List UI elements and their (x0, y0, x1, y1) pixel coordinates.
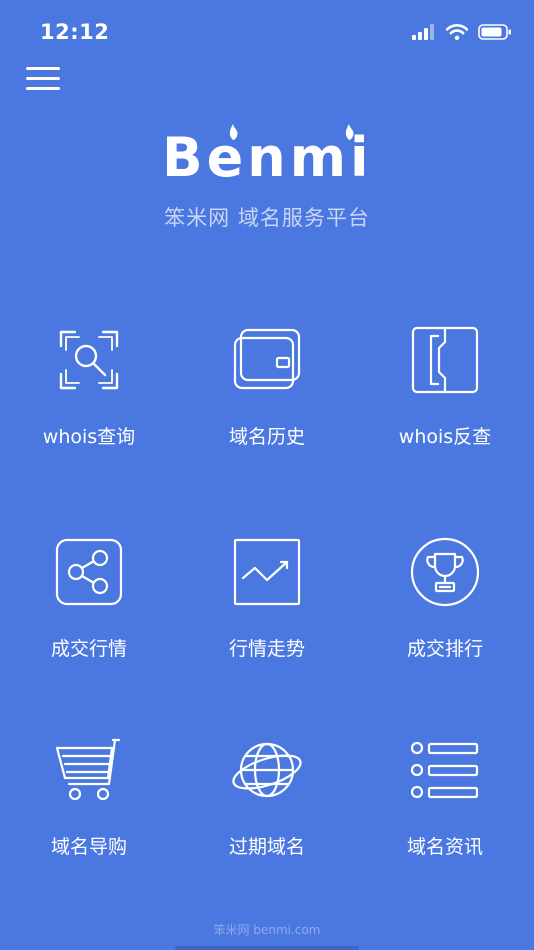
logo-text: Benmi (167, 126, 367, 188)
shopping-cart-icon (55, 738, 121, 801)
tile-label: 域名历史 (228, 426, 305, 448)
tile-label: 过期域名 (228, 836, 305, 858)
cellular-signal-icon (412, 24, 434, 40)
battery-icon (478, 24, 511, 40)
whois-search-icon (59, 330, 119, 390)
status-icons (412, 24, 512, 40)
tile-domain-history[interactable]: 域名历史 (178, 300, 356, 470)
menu-bar-line (26, 77, 60, 80)
tile-whois-reverse[interactable]: whois反查 (356, 300, 534, 470)
menu-bar-line (26, 87, 60, 90)
tile-trade-market[interactable]: 成交行情 (0, 512, 178, 682)
menu-button[interactable] (26, 66, 60, 92)
logo-mark: Benmi (167, 124, 367, 188)
tile-label: 成交排行 (406, 638, 483, 660)
tile-domain-shopping[interactable]: 域名导购 (0, 710, 178, 880)
tile-trade-ranking[interactable]: 成交排行 (356, 512, 534, 682)
tile-whois-search[interactable]: whois查询 (0, 300, 178, 470)
reverse-bracket-icon (411, 326, 479, 394)
home-indicator[interactable] (175, 946, 359, 950)
status-bar: 12:12 (0, 0, 534, 64)
menu-bar-line (26, 67, 60, 70)
footer-text: 笨米网 benmi.com (213, 923, 321, 937)
logo: Benmi (0, 118, 534, 192)
wifi-icon (446, 24, 468, 40)
trophy-icon (410, 537, 480, 607)
tile-domain-news[interactable]: 域名资讯 (356, 710, 534, 880)
tile-label: whois反查 (398, 426, 492, 448)
wallet-history-icon (233, 328, 301, 390)
tile-label: whois查询 (42, 426, 136, 448)
status-time: 12:12 (40, 20, 110, 44)
tile-label: 成交行情 (50, 638, 127, 660)
tile-label: 行情走势 (228, 638, 305, 660)
share-network-icon (55, 538, 123, 606)
trend-chart-icon (233, 538, 301, 606)
page-subtitle: 笨米网 域名服务平台 (164, 206, 370, 230)
tile-market-trend[interactable]: 行情走势 (178, 512, 356, 682)
globe-orbit-icon (232, 742, 302, 798)
tile-label: 域名资讯 (406, 836, 483, 858)
list-icon (410, 741, 479, 799)
tile-expired-domains[interactable]: 过期域名 (178, 710, 356, 880)
tile-label: 域名导购 (50, 836, 127, 858)
